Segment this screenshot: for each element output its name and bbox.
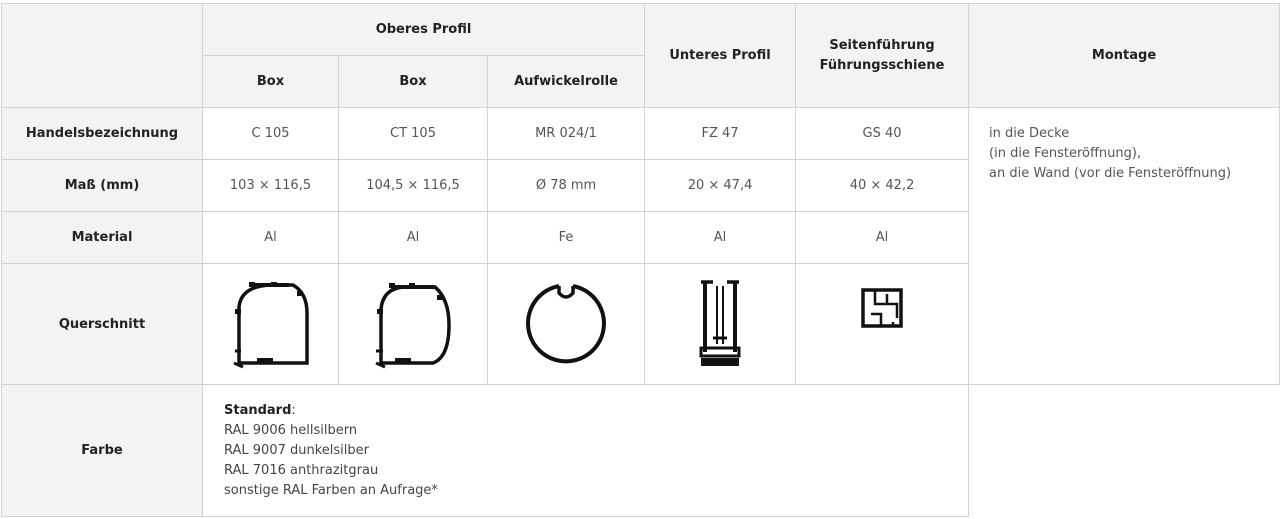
header-box-1: Box (202, 55, 339, 108)
header-seitenfuehrung: Seitenführung Führungsschiene (795, 3, 970, 108)
cell-material-gs40: Al (795, 211, 970, 264)
cell-querschnitt-fz47 (644, 263, 797, 385)
row-label-farbe: Farbe (1, 384, 203, 517)
farbe-standard-label: Standard (224, 402, 292, 418)
farbe-cell: Standard: RAL 9006 hellsilbern RAL 9007 … (201, 384, 970, 517)
farbe-option-4: sonstige RAL Farben an Aufrage* (224, 482, 438, 498)
row-label-material: Material (1, 211, 203, 264)
table-row-farbe: Farbe Standard: RAL 9006 hellsilbern RAL… (1, 384, 1280, 517)
farbe-option-3: RAL 7016 anthrazitgrau (224, 462, 379, 478)
montage-line-2: (in die Fensteröffnung), (989, 146, 1142, 161)
farbe-standard-heading: Standard: (224, 401, 968, 421)
cell-handelsbezeichnung-ct105: CT 105 (338, 107, 488, 160)
cell-mass-mr024: Ø 78 mm (486, 159, 646, 212)
cell-querschnitt-mr024 (486, 263, 646, 385)
cell-handelsbezeichnung-gs40: GS 40 (795, 107, 970, 160)
cell-handelsbezeichnung-mr024: MR 024/1 (486, 107, 646, 160)
table-row-handelsbezeichnung: Handelsbezeichnung C 105 CT 105 MR 024/1… (1, 107, 1280, 385)
cell-handelsbezeichnung-fz47: FZ 47 (644, 107, 797, 160)
cell-material-c105: Al (202, 211, 339, 264)
cell-querschnitt-c105 (202, 263, 339, 385)
header-aufwickelrolle: Aufwickelrolle (486, 55, 646, 108)
row-label-mass: Maß (mm) (1, 159, 203, 212)
roller-tube-icon (526, 284, 606, 364)
montage-line-3: an die Wand (vor die Fensteröffnung) (989, 166, 1232, 181)
cell-mass-c105: 103 × 116,5 (202, 159, 339, 212)
farbe-option-1: RAL 9006 hellsilbern (224, 422, 358, 438)
header-seitenfuehrung-line1: Seitenführung (829, 37, 935, 53)
specification-table: Oberes Profil Unteres Profil Seitenführu… (1, 3, 1280, 517)
box-profile-ct105-icon (375, 283, 451, 369)
cell-mass-fz47: 20 × 47,4 (644, 159, 797, 212)
box-profile-c105-icon (232, 282, 309, 369)
cell-material-ct105: Al (338, 211, 488, 264)
montage-line-1: in die Decke (989, 126, 1070, 141)
header-box-2: Box (338, 55, 488, 108)
guide-rail-icon (861, 288, 903, 328)
row-label-handelsbezeichnung: Handelsbezeichnung (1, 107, 203, 160)
cell-mass-gs40: 40 × 42,2 (795, 159, 970, 212)
montage-cell: in die Decke (in die Fensteröffnung), an… (968, 107, 1280, 385)
row-label-querschnitt: Querschnitt (1, 263, 203, 385)
header-empty-cell (1, 3, 203, 108)
header-unteres-profil: Unteres Profil (644, 3, 797, 108)
cell-mass-ct105: 104,5 × 116,5 (338, 159, 488, 212)
cell-querschnitt-ct105 (338, 263, 488, 385)
bottom-profile-icon (699, 280, 741, 366)
cell-material-fz47: Al (644, 211, 797, 264)
cell-material-mr024: Fe (486, 211, 646, 264)
cell-handelsbezeichnung-c105: C 105 (202, 107, 339, 160)
header-seitenfuehrung-line2: Führungsschiene (819, 57, 945, 73)
farbe-standard-colon: : (291, 402, 296, 418)
cell-querschnitt-gs40 (795, 263, 970, 385)
header-montage: Montage (968, 3, 1280, 108)
header-oberes-profil: Oberes Profil (201, 3, 646, 56)
farbe-option-2: RAL 9007 dunkelsilber (224, 442, 369, 458)
